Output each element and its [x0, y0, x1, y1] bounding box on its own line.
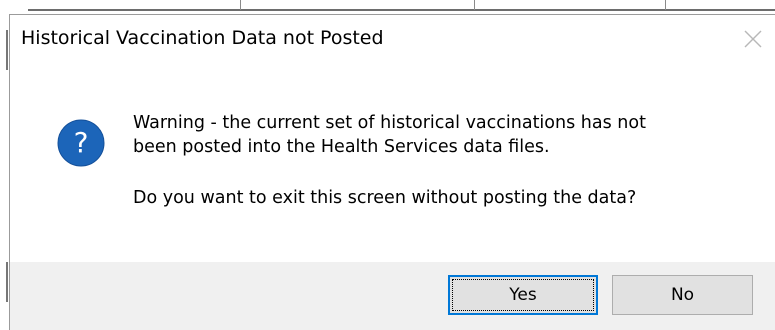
- warning-text-line-2: been posted into the Health Services dat…: [133, 137, 550, 157]
- button-bar: Yes No: [10, 262, 775, 330]
- message-dialog: Historical Vaccination Data not Posted ?…: [9, 14, 775, 330]
- background-column-divider: [474, 0, 475, 10]
- question-icon: ?: [57, 119, 105, 167]
- warning-text-line-1: Warning - the current set of historical …: [133, 113, 646, 133]
- background-window-border: [28, 9, 775, 11]
- dialog-title: Historical Vaccination Data not Posted: [21, 27, 384, 49]
- background-window-border: [6, 262, 8, 302]
- yes-button[interactable]: Yes: [448, 275, 598, 315]
- dialog-message: Warning - the current set of historical …: [133, 111, 753, 210]
- dialog-body: ? Warning - the current set of historica…: [10, 67, 775, 262]
- yes-button-label: Yes: [509, 285, 537, 305]
- background-window-edge: [0, 0, 775, 14]
- close-icon: [744, 30, 762, 48]
- background-window-left: [0, 0, 3, 330]
- background-window-border: [6, 30, 8, 70]
- background-column-divider: [240, 0, 241, 10]
- close-button[interactable]: [739, 25, 767, 53]
- screen: Historical Vaccination Data not Posted ?…: [0, 0, 775, 330]
- question-text: Do you want to exit this screen without …: [133, 188, 637, 208]
- dialog-titlebar[interactable]: Historical Vaccination Data not Posted: [10, 15, 775, 67]
- no-button-label: No: [670, 285, 695, 305]
- svg-text:?: ?: [74, 126, 89, 159]
- background-column-divider: [665, 0, 666, 10]
- no-button[interactable]: No: [612, 275, 753, 315]
